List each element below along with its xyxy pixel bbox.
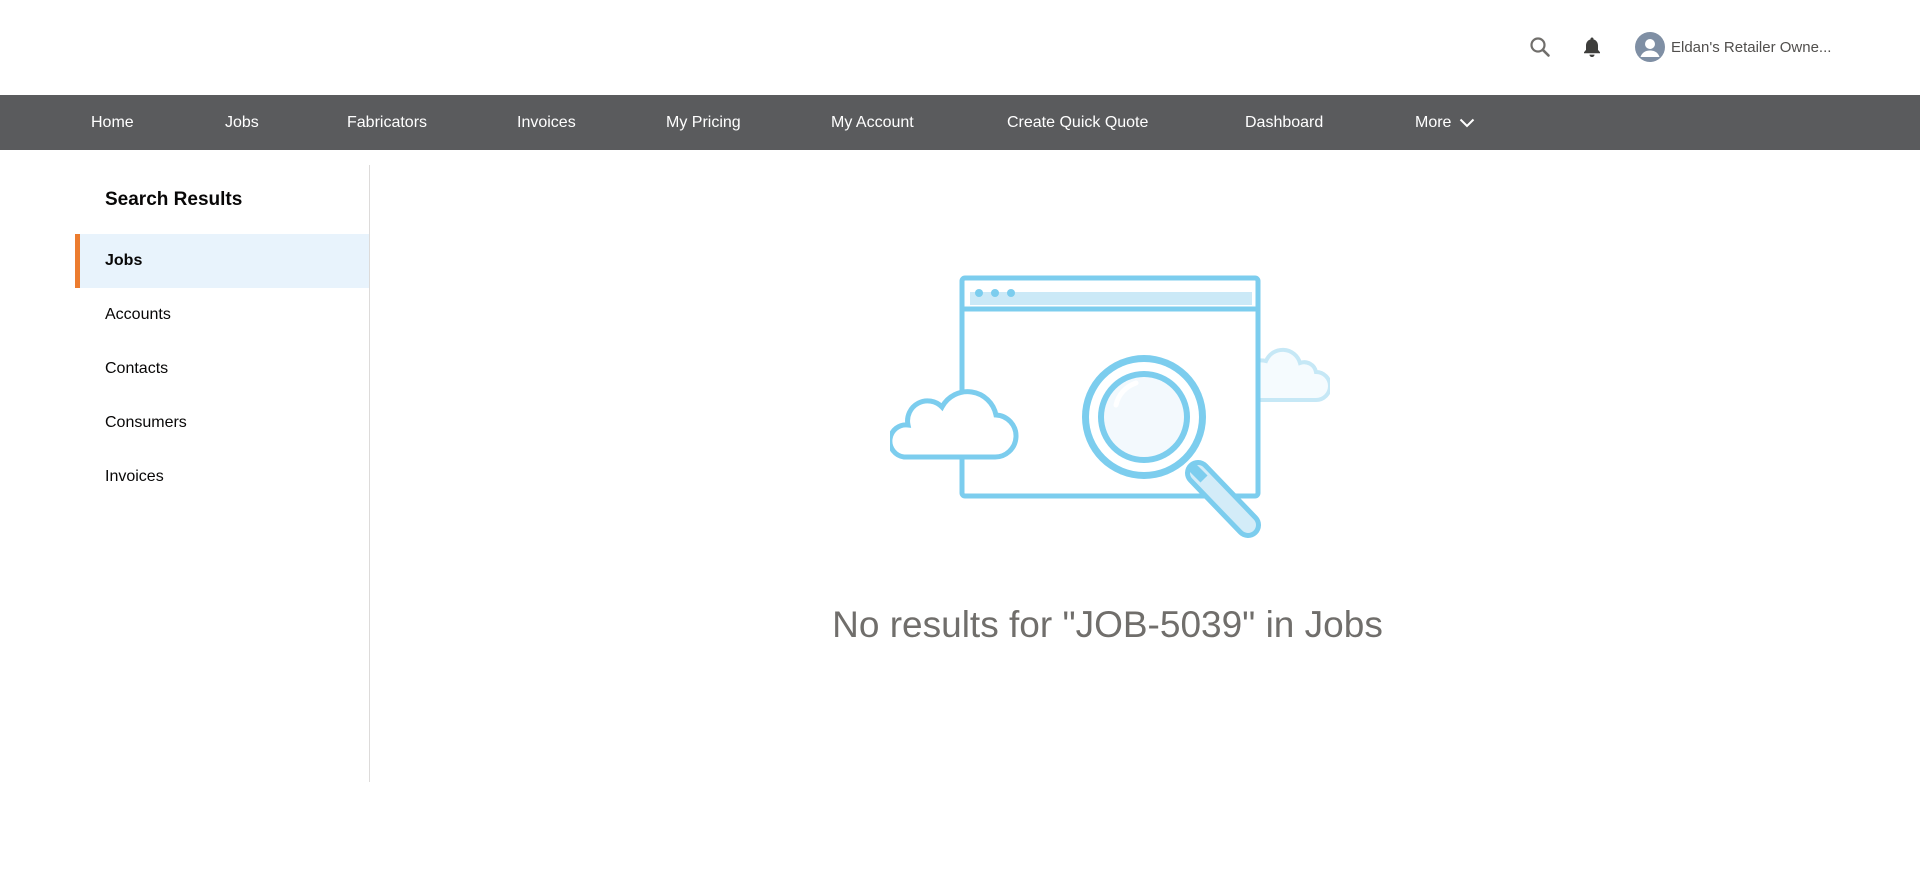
nav-more-menu[interactable]: More [1415,95,1475,150]
search-icon[interactable] [1526,33,1554,61]
user-profile-menu[interactable]: Eldan's Retailer Owne... [1635,29,1831,65]
nav-item-my-pricing[interactable]: My Pricing [666,95,741,150]
bell-icon[interactable] [1578,33,1606,61]
sidebar-item-invoices[interactable]: Invoices [75,450,369,504]
nav-item-my-account[interactable]: My Account [831,95,914,150]
nav-item-home[interactable]: Home [91,95,134,150]
no-results-message: No results for "JOB-5039" in Jobs [832,604,1383,645]
search-results-sidebar: Search Results Jobs Accounts Contacts Co… [75,165,370,782]
nav-item-create-quick-quote[interactable]: Create Quick Quote [1007,95,1148,150]
nav-item-jobs[interactable]: Jobs [225,95,259,150]
nav-more-label: More [1415,114,1452,131]
sidebar-item-jobs[interactable]: Jobs [75,234,369,288]
user-name: Eldan's Retailer Owne... [1671,38,1832,56]
nav-item-dashboard[interactable]: Dashboard [1245,95,1323,150]
no-results-illustration [890,275,1330,538]
nav-item-fabricators[interactable]: Fabricators [347,95,427,150]
sidebar-item-accounts[interactable]: Accounts [75,288,369,342]
nav-item-invoices[interactable]: Invoices [517,95,576,150]
sidebar-item-consumers[interactable]: Consumers [75,396,369,450]
sidebar-item-contacts[interactable]: Contacts [75,342,369,396]
sidebar-title: Search Results [105,189,243,210]
chevron-down-icon [1460,118,1475,127]
search-scope-list: Jobs Accounts Contacts Consumers Invoice… [75,234,369,504]
main-nav: Home Jobs Fabricators Invoices My Pricin… [0,95,1920,150]
global-header: Eldan's Retailer Owne... [0,0,1920,95]
user-avatar-icon [1635,32,1665,62]
